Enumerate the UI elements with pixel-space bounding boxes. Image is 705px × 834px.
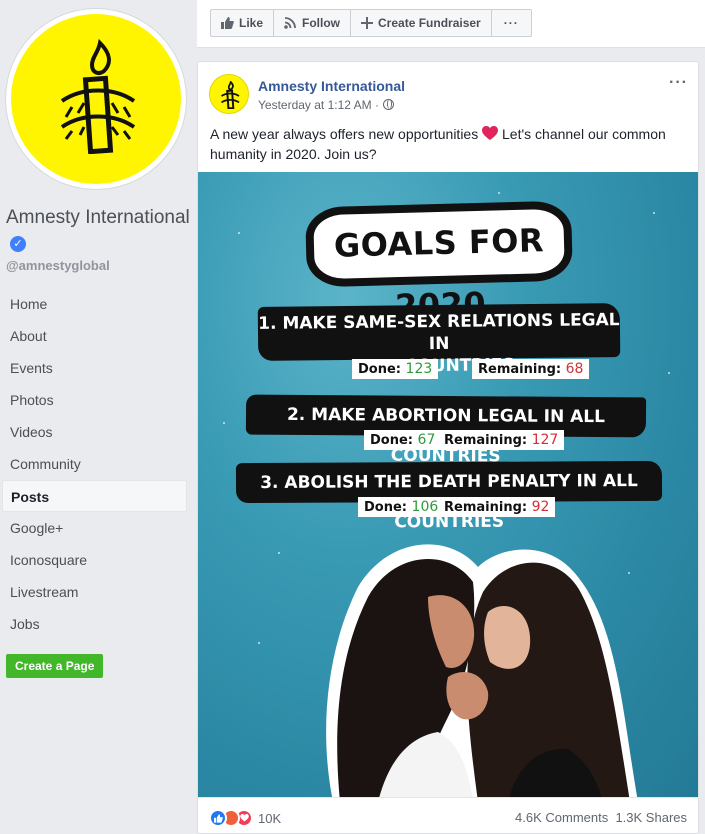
create-fundraiser-button[interactable]: Create Fundraiser — [351, 10, 492, 36]
couple-photo-cutout — [326, 544, 638, 797]
post-footer: 10K 4.6K Comments 1.3K Shares — [198, 797, 698, 833]
post-text-part-1: A new year always offers new opportuniti… — [210, 126, 479, 142]
more-options-button[interactable]: ··· — [492, 10, 531, 36]
red-heart-emoji-icon — [482, 126, 499, 140]
nav-item-community[interactable]: Community — [0, 448, 187, 480]
nav-item-home[interactable]: Home — [0, 288, 187, 320]
post-timestamp[interactable]: Yesterday at 1:12 AM · — [258, 98, 394, 112]
goal-1-band: 1. MAKE SAME-SEX RELATIONS LEGAL IN ALL … — [257, 303, 621, 377]
post-options-menu[interactable]: ··· — [669, 74, 688, 92]
done-label: Done: — [370, 433, 413, 448]
remaining-label: Remaining: — [478, 362, 562, 377]
post-image[interactable]: GOALS FOR 2020 1. MAKE SAME-SEX RELATION… — [198, 172, 698, 797]
reactions-count: 10K — [258, 810, 282, 826]
globe-icon — [382, 99, 394, 110]
nav-item-photos[interactable]: Photos — [0, 384, 187, 416]
goals-title-bubble: GOALS FOR 2020 — [304, 200, 574, 325]
follow-label: Follow — [302, 16, 341, 30]
profile-picture[interactable] — [6, 9, 186, 189]
page-sidebar: Amnesty International ✓ @amnestyglobal Ho… — [0, 0, 197, 834]
snow-speck — [258, 642, 260, 644]
done-label: Done: — [358, 362, 401, 377]
snow-speck — [498, 192, 500, 194]
goal-3-remaining-tally: Remaining: 92 — [438, 497, 556, 517]
nav-item-google-plus[interactable]: Google+ — [0, 512, 187, 544]
snow-speck — [223, 422, 225, 424]
page-nav: Home About Events Photos Videos Communit… — [0, 288, 187, 640]
goal-2-remaining-value: 127 — [531, 432, 559, 448]
goal-3-remaining-value: 92 — [531, 499, 550, 515]
goal-1-done-value: 123 — [405, 361, 433, 377]
nav-item-posts[interactable]: Posts — [2, 480, 187, 512]
nav-item-about[interactable]: About — [0, 320, 187, 352]
like-page-label: Like — [239, 16, 264, 30]
author-avatar[interactable] — [209, 74, 249, 114]
goal-1-line-1: 1. MAKE SAME-SEX RELATIONS LEGAL IN — [258, 310, 620, 355]
goal-1-done-tally: Done: 123 — [352, 359, 439, 379]
snow-speck — [238, 232, 240, 234]
amnesty-candle-logo-icon — [60, 39, 136, 154]
page-name-text: Amnesty International — [6, 207, 190, 228]
rss-follow-icon — [284, 17, 296, 29]
goal-2-done-tally: Done: 67 — [364, 430, 442, 450]
like-reaction-icon — [209, 809, 227, 827]
goal-1-remaining-value: 68 — [565, 361, 584, 377]
reactions-summary[interactable]: 10K — [209, 809, 281, 827]
nav-item-events[interactable]: Events — [0, 352, 187, 384]
post-author-link[interactable]: Amnesty International — [258, 78, 405, 94]
follow-button[interactable]: Follow — [274, 10, 352, 36]
snow-speck — [668, 372, 670, 374]
amnesty-candle-logo-icon — [220, 81, 240, 109]
snow-speck — [653, 212, 655, 214]
verified-badge-icon: ✓ — [10, 236, 26, 252]
nav-item-livestream[interactable]: Livestream — [0, 576, 187, 608]
done-label: Done: — [364, 500, 407, 515]
page-handle[interactable]: @amnestyglobal — [6, 258, 110, 273]
page-action-bar: Like Follow Create Fundraiser ··· — [197, 0, 705, 48]
nav-item-videos[interactable]: Videos — [0, 416, 187, 448]
create-fundraiser-label: Create Fundraiser — [378, 16, 481, 30]
page-actions: Like Follow Create Fundraiser ··· — [210, 9, 532, 37]
nav-item-iconosquare[interactable]: Iconosquare — [0, 544, 187, 576]
post-timestamp-text: Yesterday at 1:12 AM · — [258, 98, 379, 112]
thumbs-up-icon — [221, 17, 234, 29]
goal-3-done-tally: Done: 106 — [358, 497, 445, 517]
remaining-label: Remaining: — [444, 433, 528, 448]
goal-2-done-value: 67 — [417, 432, 436, 448]
goal-2-remaining-tally: Remaining: 127 — [438, 430, 565, 450]
goal-3-done-value: 106 — [411, 499, 439, 515]
like-page-button[interactable]: Like — [211, 10, 275, 36]
comments-count-link[interactable]: 4.6K Comments — [515, 810, 608, 825]
page-name[interactable]: Amnesty International ✓ — [6, 205, 191, 257]
goal-1-remaining-tally: Remaining: 68 — [472, 359, 590, 379]
create-page-button[interactable]: Create a Page — [6, 654, 104, 678]
remaining-label: Remaining: — [444, 500, 528, 515]
nav-item-jobs[interactable]: Jobs — [0, 608, 187, 640]
plus-icon — [361, 17, 374, 29]
post-text: A new year always offers new opportuniti… — [210, 124, 688, 164]
shares-count-link[interactable]: 1.3K Shares — [615, 810, 687, 825]
post-card: Amnesty International Yesterday at 1:12 … — [197, 61, 699, 834]
engagement-counts: 4.6K Comments 1.3K Shares — [515, 810, 687, 825]
